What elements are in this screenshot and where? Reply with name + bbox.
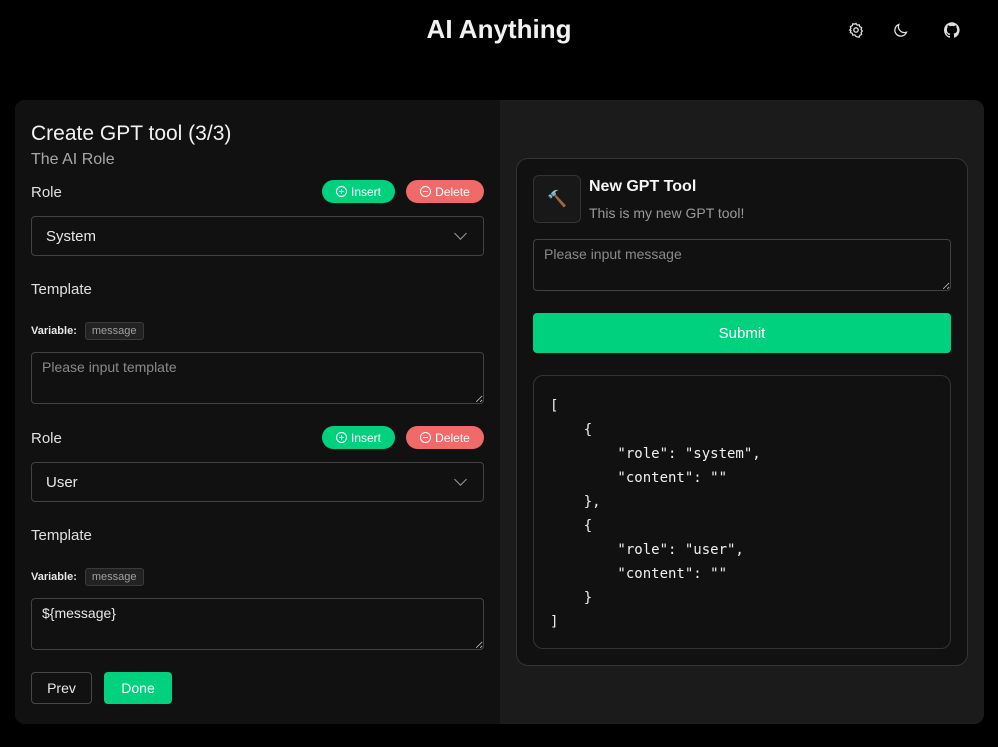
- form-panel: Create GPT tool (3/3) The AI Role Role I…: [15, 100, 500, 724]
- tool-description: This is my new GPT tool!: [589, 205, 745, 221]
- prev-button[interactable]: Prev: [31, 672, 92, 704]
- done-button[interactable]: Done: [104, 672, 172, 704]
- delete-label: Delete: [435, 430, 470, 445]
- tool-name: New GPT Tool: [589, 178, 697, 195]
- delete-label: Delete: [435, 184, 470, 199]
- insert-label: Insert: [350, 184, 381, 199]
- template-label: Template: [31, 527, 92, 544]
- minus-circle-icon: [420, 432, 432, 443]
- variable-label: Variable:: [31, 325, 77, 337]
- app-header: AI Anything: [0, 0, 998, 64]
- variable-tag[interactable]: message: [84, 568, 144, 586]
- submit-button[interactable]: Submit: [533, 313, 951, 353]
- insert-button[interactable]: Insert: [322, 180, 395, 203]
- role-select-value: User: [46, 473, 78, 491]
- template-label: Template: [31, 281, 92, 298]
- chevron-down-icon: [454, 227, 467, 240]
- variable-tag[interactable]: message: [84, 322, 144, 340]
- message-input[interactable]: [533, 239, 951, 291]
- role-select-value: System: [46, 227, 97, 245]
- chevron-down-icon: [454, 473, 467, 486]
- settings-icon[interactable]: [845, 19, 867, 41]
- form-title: Create GPT tool (3/3): [31, 122, 232, 145]
- plus-circle-icon: [335, 186, 347, 197]
- template-input[interactable]: [31, 352, 484, 404]
- preview-panel: 🔨 New GPT Tool This is my new GPT tool! …: [500, 100, 984, 724]
- insert-button[interactable]: Insert: [322, 426, 395, 449]
- variable-row: Variable: message: [31, 568, 144, 586]
- delete-button[interactable]: Delete: [406, 180, 484, 203]
- plus-circle-icon: [335, 432, 347, 443]
- template-input[interactable]: ${message}: [31, 598, 484, 650]
- minus-circle-icon: [420, 186, 432, 197]
- role-select[interactable]: User: [31, 462, 484, 502]
- role-label: Role: [31, 184, 62, 201]
- hammer-icon: 🔨: [533, 175, 581, 223]
- variable-label: Variable:: [31, 571, 77, 583]
- insert-label: Insert: [350, 430, 381, 445]
- github-icon[interactable]: [941, 19, 963, 41]
- output-code-block: [ { "role": "system", "content": "" }, {…: [533, 375, 951, 649]
- role-label: Role: [31, 430, 62, 447]
- main-card: Create GPT tool (3/3) The AI Role Role I…: [15, 100, 984, 724]
- tool-preview-card: 🔨 New GPT Tool This is my new GPT tool! …: [516, 158, 968, 666]
- moon-icon[interactable]: [890, 19, 912, 41]
- form-subtitle: The AI Role: [31, 151, 115, 168]
- role-select[interactable]: System: [31, 216, 484, 256]
- variable-row: Variable: message: [31, 322, 144, 340]
- delete-button[interactable]: Delete: [406, 426, 484, 449]
